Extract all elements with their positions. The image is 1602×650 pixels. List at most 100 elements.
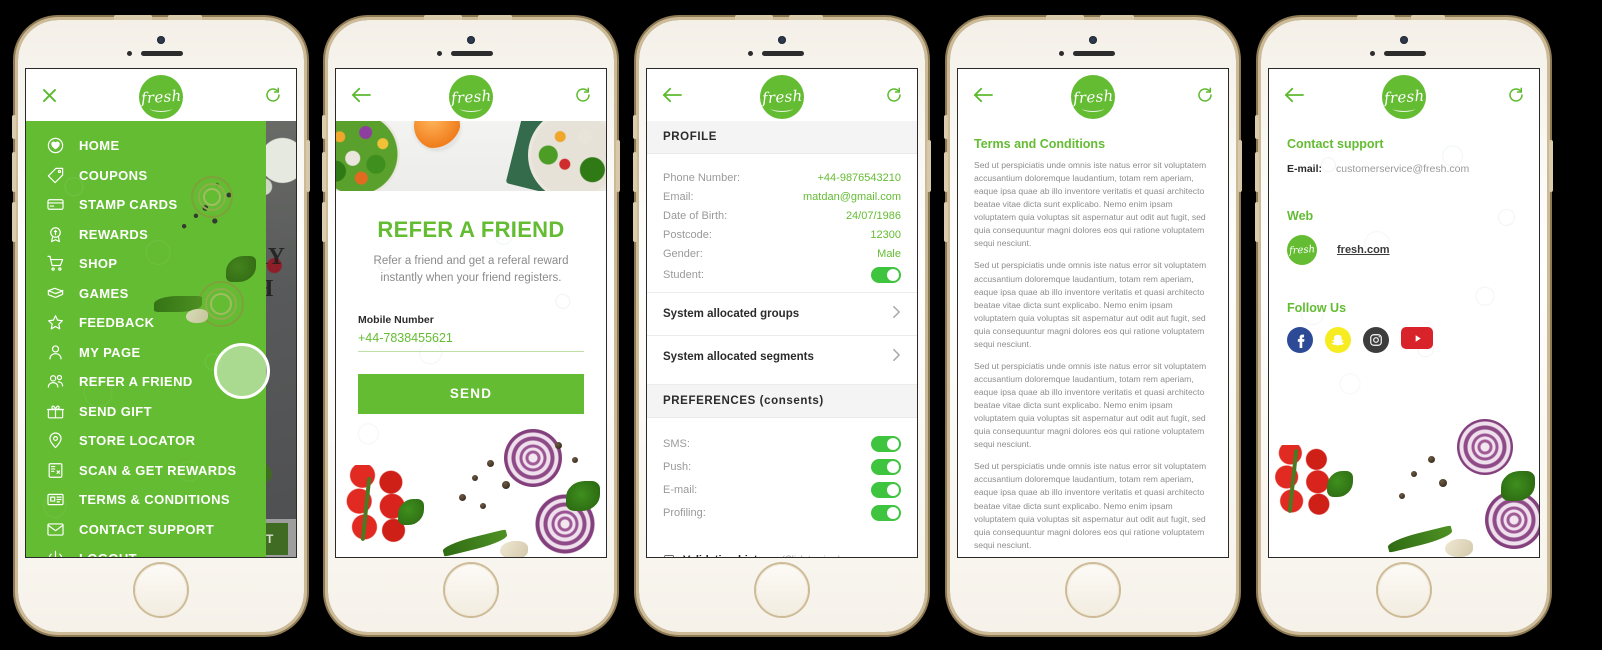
home-button[interactable] (135, 564, 187, 616)
terms-paragraph: Sed ut perspiciatis unde omnis iste natu… (974, 360, 1207, 450)
refresh-icon[interactable] (574, 86, 592, 104)
toggle-switch[interactable] (871, 266, 901, 283)
menu-item-home[interactable]: HOME (26, 131, 266, 161)
back-arrow-icon[interactable] (350, 86, 372, 104)
menu-item-label: COUPONS (79, 167, 148, 183)
menu-item-label: STAMP CARDS (79, 197, 178, 213)
toggle-switch[interactable] (871, 435, 901, 452)
terms-paragraph: Sed ut perspiciatis unde omnis iste natu… (974, 160, 1207, 249)
page-title: REFER A FRIEND (377, 217, 565, 242)
menu-item-rewards[interactable]: REWARDS (26, 220, 266, 250)
menu-item-shop[interactable]: SHOP (26, 249, 266, 279)
back-arrow-icon[interactable] (661, 86, 683, 104)
preference-row[interactable]: SMS: (663, 432, 901, 455)
field-value: 24/07/1986 (845, 209, 901, 222)
close-icon[interactable] (40, 86, 59, 105)
refresh-icon[interactable] (1507, 86, 1525, 104)
email-label: E-mail: (1287, 163, 1323, 175)
menu-item-scan-get-rewards[interactable]: SCAN & GET REWARDS (26, 456, 266, 486)
website-link[interactable]: fresh.com (1337, 244, 1390, 256)
menu-item-label: SCAN & GET REWARDS (79, 462, 237, 478)
menu-item-store-locator[interactable]: STORE LOCATOR (26, 426, 266, 456)
front-camera-icon (467, 36, 475, 44)
logo-text: fresh (1288, 243, 1316, 257)
mobile-number-label: Mobile Number (358, 313, 434, 326)
refresh-icon[interactable] (264, 86, 282, 104)
menu-item-label: LOGOUT (79, 551, 137, 557)
user-icon (44, 341, 66, 363)
facebook-icon[interactable] (1287, 327, 1313, 353)
terms-title: Terms and Conditions (974, 137, 1106, 151)
snapchat-icon[interactable] (1325, 327, 1351, 353)
power-icon (44, 548, 66, 557)
menu-item-games[interactable]: GAMES (26, 279, 266, 309)
link-label: Validation history (683, 554, 775, 558)
home-button[interactable] (1067, 564, 1119, 616)
youtube-icon[interactable] (1401, 327, 1433, 349)
profile-row: Gender: Male (663, 244, 901, 263)
profile-row: Phone Number: +44-9876543210 (663, 168, 901, 187)
menu-item-feedback[interactable]: FEEDBACK (26, 308, 266, 338)
home-button[interactable] (445, 564, 497, 616)
menu-item-send-gift[interactable]: SEND GIFT (26, 397, 266, 427)
home-button[interactable] (1378, 564, 1430, 616)
web-title: Web (1287, 209, 1314, 223)
profile-links-list: Validation history(Click to view)Geo loc… (647, 548, 917, 558)
menu-item-coupons[interactable]: COUPONS (26, 161, 266, 191)
nav-row-1[interactable]: System allocated groups (647, 292, 917, 335)
basil-leaf (398, 499, 424, 525)
profile-body: PROFILE Phone Number: +44-9876543210 Email… (647, 121, 917, 558)
fresh-logo: fresh (1382, 75, 1426, 119)
follow-section: Follow Us (1287, 301, 1521, 353)
send-button[interactable]: SEND (358, 373, 584, 414)
toggle-switch[interactable] (871, 504, 901, 521)
email-value[interactable]: customerservice@fresh.com (1336, 163, 1469, 175)
web-row: fresh fresh.com (1287, 235, 1521, 265)
menu-item-contact-support[interactable]: CONTACT SUPPORT (26, 515, 266, 545)
nav-row-label: System allocated groups (663, 308, 800, 320)
phone-speaker-area (1261, 20, 1547, 68)
back-arrow-icon[interactable] (1283, 86, 1305, 104)
link-row-validation-history[interactable]: Validation history (Click to view) (647, 548, 917, 558)
toggle-switch[interactable] (871, 481, 901, 498)
mobile-number-input[interactable]: +44-7838455621 (358, 331, 584, 352)
menu-item-terms-conditions[interactable]: TERMS & CONDITIONS (26, 485, 266, 515)
phone-speaker-area (639, 20, 925, 68)
onion-slice-image (1457, 419, 1513, 475)
preference-row[interactable]: Profiling: (663, 501, 901, 524)
terms-body: Terms and Conditions Sed ut perspiciatis… (958, 121, 1228, 557)
instagram-icon[interactable] (1363, 327, 1389, 353)
refresh-icon[interactable] (885, 86, 903, 104)
field-value: matdan@gmail.com (803, 190, 901, 203)
garlic-clove (500, 541, 528, 557)
earpiece-icon (451, 51, 493, 56)
star-icon (44, 312, 66, 334)
phone-1-menu: fresh 🍴 HUNGRYFINISHFREE FREE RECRUIT (12, 15, 310, 632)
back-arrow-icon[interactable] (972, 86, 994, 104)
proximity-sensor-icon (1059, 51, 1064, 56)
menu-item-stamp-cards[interactable]: STAMP CARDS (26, 190, 266, 220)
nav-row-2[interactable]: System allocated segments (647, 335, 917, 378)
email-row: E-mail: customerservice@fresh.com (1287, 163, 1521, 175)
menu-item-label: HOME (79, 138, 120, 154)
preference-row[interactable]: Push: (663, 455, 901, 478)
logo-text: fresh (1383, 86, 1425, 108)
app-header: fresh (647, 69, 917, 121)
front-camera-icon (778, 36, 786, 44)
terms-paragraph: Sed ut perspiciatis unde omnis iste natu… (974, 260, 1207, 349)
cart-icon (44, 253, 66, 275)
preference-row[interactable]: E-mail: (663, 478, 901, 501)
nav-row-label: System allocated segments (663, 351, 814, 363)
profile-row[interactable]: Student: (663, 263, 901, 286)
home-button[interactable] (756, 564, 808, 616)
menu-item-label: FEEDBACK (79, 315, 155, 331)
menu-item-label: REWARDS (79, 226, 149, 242)
toggle-switch[interactable] (871, 458, 901, 475)
phone-speaker-area (18, 20, 304, 68)
menu-item-logout[interactable]: LOGOUT (26, 544, 266, 557)
refresh-icon[interactable] (1196, 86, 1214, 104)
logo-text: fresh (1072, 86, 1114, 108)
vegetable-decoration (336, 419, 606, 557)
menu-item-label: TERMS & CONDITIONS (79, 492, 230, 508)
contact-support-title: Contact support (1287, 137, 1384, 151)
